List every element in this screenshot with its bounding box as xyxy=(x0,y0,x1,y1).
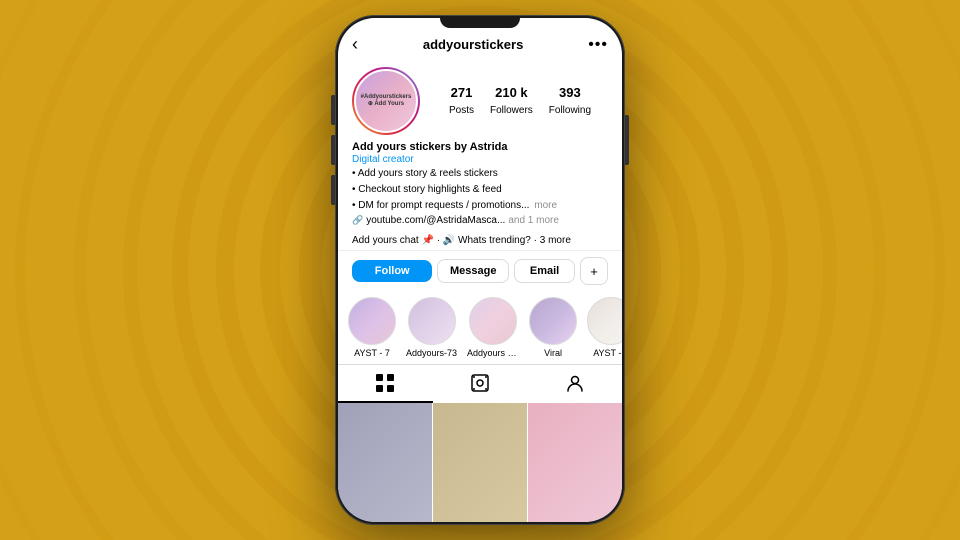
phone-shell: ‹ addyourstickers ••• #Addyourstickers ⊕… xyxy=(335,15,625,525)
posts-stat: 271 Posts xyxy=(449,85,474,118)
avatar-ring: #Addyourstickers ⊕ Add Yours xyxy=(352,67,420,135)
phone-mockup: ‹ addyourstickers ••• #Addyourstickers ⊕… xyxy=(335,15,625,525)
profile-tab-bar xyxy=(338,364,622,403)
message-button[interactable]: Message xyxy=(437,259,509,283)
highlight-circle-2 xyxy=(408,297,456,345)
link-text: youtube.com/@AstridaMasca... xyxy=(366,215,505,226)
highlight-circle-3 xyxy=(469,297,517,345)
followers-label: Followers xyxy=(490,105,533,116)
followers-stat[interactable]: 210 k Followers xyxy=(490,85,533,118)
highlights-section: AYST - 7 Addyours-73 Addyours D... Viral xyxy=(338,291,622,362)
bio-line-3: • DM for prompt requests / promotions...… xyxy=(352,199,608,213)
grid-thumb-3[interactable] xyxy=(528,403,622,522)
posts-label: Posts xyxy=(449,105,474,116)
phone-screen: ‹ addyourstickers ••• #Addyourstickers ⊕… xyxy=(338,18,622,522)
grid-thumb-2[interactable] xyxy=(433,403,527,522)
action-buttons-row: Follow Message Email + xyxy=(338,251,622,291)
tab-reels[interactable] xyxy=(433,365,528,403)
highlight-label-3: Addyours D... xyxy=(467,348,519,358)
highlight-circle-4 xyxy=(529,297,577,345)
highlight-label-1: AYST - 7 xyxy=(354,348,390,358)
stats-row: 271 Posts 210 k Followers 393 Following xyxy=(432,85,608,118)
email-button[interactable]: Email xyxy=(514,259,575,283)
avatar-text: #Addyourstickers ⊕ Add Yours xyxy=(356,92,416,110)
more-options-button[interactable]: ••• xyxy=(588,36,608,54)
grid-icon xyxy=(375,373,395,393)
tab-tagged[interactable] xyxy=(527,365,622,403)
profile-section: #Addyourstickers ⊕ Add Yours 271 Posts 2… xyxy=(338,61,622,139)
highlight-item-5[interactable]: AYST - 6 xyxy=(587,297,622,358)
follow-button[interactable]: Follow xyxy=(352,260,432,282)
ig-header: ‹ addyourstickers ••• xyxy=(338,30,622,61)
screen-content: ‹ addyourstickers ••• #Addyourstickers ⊕… xyxy=(338,18,622,522)
highlight-item-2[interactable]: Addyours-73 xyxy=(406,297,457,358)
back-button[interactable]: ‹ xyxy=(352,34,358,55)
following-label: Following xyxy=(549,105,591,116)
following-count: 393 xyxy=(549,85,591,100)
link-more: and 1 more xyxy=(508,215,559,226)
profile-category: Digital creator xyxy=(352,154,608,165)
highlight-item-4[interactable]: Viral xyxy=(529,297,577,358)
tag-icon xyxy=(565,373,585,393)
avatar[interactable]: #Addyourstickers ⊕ Add Yours xyxy=(354,69,418,133)
highlight-circle-5 xyxy=(587,297,622,345)
grid-preview xyxy=(338,403,622,522)
followers-count: 210 k xyxy=(490,85,533,100)
profile-link[interactable]: 🔗 youtube.com/@AstridaMasca... and 1 mor… xyxy=(352,215,608,226)
grid-thumb-1[interactable] xyxy=(338,403,432,522)
posts-count: 271 xyxy=(449,85,474,100)
add-person-button[interactable]: + xyxy=(580,257,608,285)
bio-line-1: • Add yours story & reels stickers xyxy=(352,167,608,181)
highlights-quick-text: Add yours chat 📌 · 🔊 Whats trending? · 3… xyxy=(352,235,571,246)
highlight-item-1[interactable]: AYST - 7 xyxy=(348,297,396,358)
profile-username: addyourstickers xyxy=(423,37,523,52)
highlight-label-5: AYST - 6 xyxy=(593,348,622,358)
tab-grid[interactable] xyxy=(338,365,433,403)
following-stat[interactable]: 393 Following xyxy=(549,85,591,118)
highlight-item-3[interactable]: Addyours D... xyxy=(467,297,519,358)
phone-notch xyxy=(440,18,520,28)
add-person-icon: + xyxy=(590,264,598,279)
highlights-quick-row: Add yours chat 📌 · 🔊 Whats trending? · 3… xyxy=(338,233,622,251)
bio-section: Add yours stickers by Astrida Digital cr… xyxy=(338,139,622,233)
highlight-label-4: Viral xyxy=(544,348,562,358)
reel-icon xyxy=(470,373,490,393)
highlight-circle-1 xyxy=(348,297,396,345)
profile-display-name: Add yours stickers by Astrida xyxy=(352,141,608,153)
highlight-label-2: Addyours-73 xyxy=(406,348,457,358)
bio-line-2: • Checkout story highlights & feed xyxy=(352,183,608,197)
bio-more-link[interactable]: more xyxy=(534,200,557,211)
